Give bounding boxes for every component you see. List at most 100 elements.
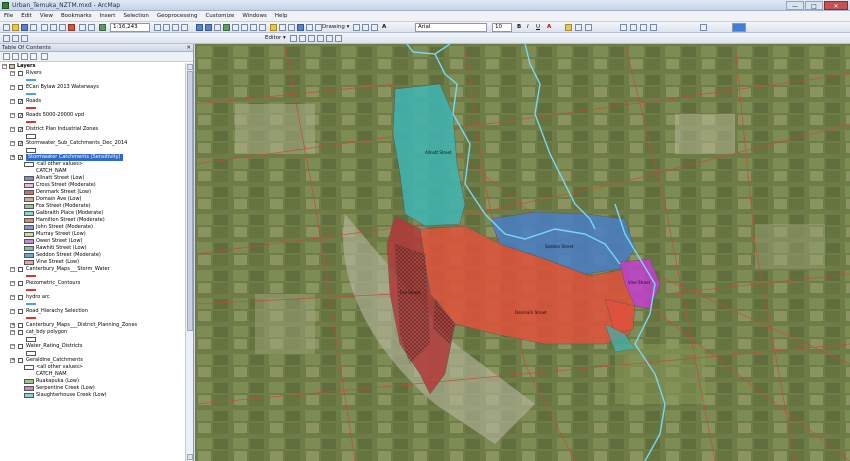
menu-view[interactable]: View (40, 13, 53, 19)
search-icon[interactable] (181, 24, 188, 31)
toc-more-expander-4[interactable]: + (10, 323, 15, 328)
new-map-icon[interactable] (3, 24, 10, 31)
toc-more-layer-name-4[interactable]: Canterbury_Maps___District_Planning_Zone… (26, 322, 137, 329)
toc-close-icon[interactable]: ✕ (186, 45, 191, 51)
edit-tool-icon[interactable] (290, 35, 297, 42)
select-features-icon[interactable] (270, 24, 277, 31)
scroll-up-icon[interactable] (187, 64, 193, 70)
toc-more-visibility-checkbox-7[interactable] (18, 358, 23, 363)
zoom-out-icon[interactable] (205, 24, 212, 31)
effects-icon[interactable] (700, 24, 707, 31)
options-icon[interactable] (41, 53, 48, 60)
layers-root-expander[interactable]: − (2, 64, 7, 69)
menu-edit[interactable]: Edit (21, 13, 32, 19)
toc-more-layer-name-6[interactable]: Water_Rating_Districts (26, 343, 82, 350)
save-icon[interactable] (21, 24, 28, 31)
font-name-combo[interactable]: Arial (415, 23, 487, 32)
rectangle-icon[interactable] (371, 24, 378, 31)
toc-more-visibility-checkbox-2[interactable] (18, 295, 23, 300)
menu-selection[interactable]: Selection (123, 13, 148, 19)
delete-icon[interactable] (68, 24, 75, 31)
open-icon[interactable] (12, 24, 19, 31)
back-extent-icon[interactable] (250, 24, 257, 31)
toc-layer-name-5[interactable]: Stormwater_Sub_Catchments_Dec_2014 (26, 140, 127, 147)
toc-more-expander-5[interactable]: − (10, 330, 15, 335)
underline-button[interactable]: U (536, 24, 540, 30)
split-icon[interactable] (326, 35, 333, 42)
toc-more-layer-name-0[interactable]: Canterbury_Maps___Storm_Water (26, 266, 110, 273)
toc-layer-name-6[interactable]: Stormwater Catchments (Sensitivity) (26, 154, 123, 161)
map-display[interactable]: Allnatt Street Seddon Street Denmark Str… (195, 44, 850, 461)
menu-bookmarks[interactable]: Bookmarks (61, 13, 92, 19)
list-by-source-icon[interactable] (12, 53, 19, 60)
toc-visibility-checkbox-2[interactable]: ✓ (18, 99, 23, 105)
toc-layer-name-1[interactable]: ECan Bylaw 2013 Waterways (26, 84, 99, 91)
zoom-tool-icon[interactable] (21, 35, 28, 42)
fill-color-icon[interactable] (565, 24, 572, 31)
toc-more-visibility-checkbox-1[interactable] (18, 281, 23, 286)
toc-visibility-checkbox-0[interactable] (18, 71, 23, 76)
georef-icon[interactable] (620, 24, 627, 31)
toc-expander-5[interactable]: − (10, 141, 15, 146)
toc-more-visibility-checkbox-4[interactable] (18, 323, 23, 328)
vertex-icon[interactable] (308, 35, 315, 42)
toc-more-layer-name-1[interactable]: Piezometric_Contours (26, 280, 80, 287)
toc-expander-4[interactable]: − (10, 127, 15, 132)
paste-icon[interactable] (59, 24, 66, 31)
list-by-drawing-order-icon[interactable] (3, 53, 10, 60)
measure-icon[interactable] (315, 24, 322, 31)
toc-more-expander-0[interactable]: − (10, 267, 15, 272)
select-pointer-icon[interactable] (353, 24, 360, 31)
toc-more-expander-2[interactable]: − (10, 295, 15, 300)
sketch-icon[interactable] (299, 35, 306, 42)
menu-geoprocessing[interactable]: Geoprocessing (157, 13, 198, 19)
zoom-in-icon[interactable] (196, 24, 203, 31)
maximize-button[interactable]: □ (805, 1, 823, 10)
toc-more-expander-3[interactable]: − (10, 309, 15, 314)
italic-button[interactable]: I (527, 24, 529, 30)
select-elements-icon[interactable] (288, 24, 295, 31)
fixed-zoom-in-icon[interactable] (232, 24, 239, 31)
catalog-icon[interactable] (172, 24, 179, 31)
arrow-tool-icon[interactable] (3, 35, 10, 42)
menu-customize[interactable]: Customize (205, 13, 234, 19)
toc-more-expander-7[interactable]: + (10, 358, 15, 363)
toc-expander-2[interactable]: − (10, 99, 15, 104)
menu-windows[interactable]: Windows (242, 13, 267, 19)
toc-scrollbar[interactable] (185, 63, 193, 461)
toc-visibility-checkbox-4[interactable]: ✓ (18, 127, 23, 133)
font-size-combo[interactable]: 10 (492, 23, 512, 32)
toc-expander-6[interactable]: + (10, 155, 15, 160)
toc-more-expander-6[interactable]: − (10, 344, 15, 349)
list-by-visibility-icon[interactable] (21, 53, 28, 60)
editor-toolbar-icon[interactable] (154, 24, 161, 31)
editor-menu[interactable]: Editor ▾ (265, 35, 286, 41)
close-button[interactable]: ✕ (824, 1, 848, 10)
line-color-icon[interactable] (575, 24, 582, 31)
toc-layer-name-0[interactable]: Rivers (26, 70, 42, 77)
toc-more-layer-name-2[interactable]: hydro arc (26, 294, 50, 301)
model-builder-icon[interactable] (650, 24, 657, 31)
map-scale-combo[interactable]: 1:16,243 (110, 23, 150, 32)
minimize-button[interactable]: — (786, 1, 804, 10)
add-data-icon[interactable] (99, 24, 106, 31)
toc-layer-name-4[interactable]: District Plan Industrial Zones (26, 126, 98, 133)
scroll-down-icon[interactable] (187, 454, 193, 460)
toc-layer-name-3[interactable]: Roads 5000-20000 vpd (26, 112, 84, 119)
undo-icon[interactable] (79, 24, 86, 31)
map-canvas[interactable]: Allnatt Street Seddon Street Denmark Str… (195, 44, 850, 461)
toc-more-visibility-checkbox-3[interactable] (18, 309, 23, 314)
toc-more-visibility-checkbox-0[interactable] (18, 267, 23, 272)
toc-more-layer-name-3[interactable]: Road_Hierachy Selection (26, 308, 88, 315)
toc-visibility-checkbox-3[interactable]: ✓ (18, 113, 23, 119)
toc-more-layer-name-7[interactable]: Geraldine_Catchments (26, 357, 83, 364)
reshape-icon[interactable] (317, 35, 324, 42)
menu-insert[interactable]: Insert (100, 13, 116, 19)
marker-color-icon[interactable] (585, 24, 592, 31)
font-color-button[interactable]: A (547, 24, 551, 30)
identify-icon[interactable] (297, 24, 304, 31)
color-swatch[interactable] (732, 23, 746, 32)
layers-root-label[interactable]: Layers (17, 63, 36, 70)
bold-button[interactable]: B (517, 24, 521, 30)
list-by-selection-icon[interactable] (30, 53, 37, 60)
